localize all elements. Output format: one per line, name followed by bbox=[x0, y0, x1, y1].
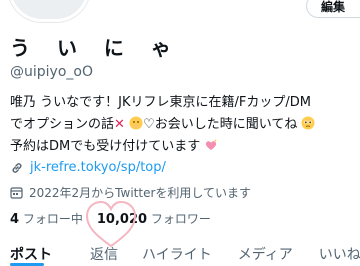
avatar[interactable] bbox=[8, 0, 90, 22]
bio-line-2b: ♡お会いした時に聞いてね bbox=[143, 117, 298, 132]
edit-profile-button[interactable]: 編集 bbox=[306, 0, 360, 18]
joined-date: 2022年2月からTwitterを利用しています bbox=[10, 184, 251, 201]
display-name: う い に ゃ bbox=[10, 36, 181, 60]
followers-count: 10,020 bbox=[96, 212, 148, 227]
bio-line-3: 予約はDMでも受け付けています bbox=[10, 136, 360, 158]
pleading-face-icon bbox=[301, 116, 315, 130]
bio-line-2a: でオプションの話 bbox=[10, 117, 115, 132]
tab-replies[interactable]: 返信 bbox=[90, 240, 118, 266]
followers-link[interactable]: 10,020 フォロワー bbox=[97, 210, 211, 227]
followers-label: フォロワー bbox=[150, 212, 211, 226]
tab-highlights[interactable]: ハイライト bbox=[142, 240, 212, 266]
joined-date-text: 2022年2月からTwitterを利用しています bbox=[29, 186, 252, 200]
following-count: 4 bbox=[10, 212, 20, 227]
tab-media[interactable]: メディア bbox=[238, 240, 293, 266]
bio-line-1: 唯乃 ういなです！JKリフレ東京に在籍/Fカップ/DM bbox=[10, 95, 311, 110]
tab-likes[interactable]: いいね bbox=[319, 240, 360, 266]
bio-line-3a: 予約はDMでも受け付けています bbox=[10, 139, 201, 154]
bio: 唯乃 ういなです！JKリフレ東京に在籍/Fカップ/DM でオプションの話✕ ♡お… bbox=[10, 92, 360, 158]
shushing-face-icon bbox=[129, 116, 143, 130]
edit-profile-label: 編集 bbox=[321, 0, 346, 14]
user-handle: @uipiyo_oO bbox=[10, 64, 93, 80]
cross-mark-icon: ✕ bbox=[114, 117, 125, 132]
sparkling-heart-icon bbox=[206, 139, 218, 150]
profile-link-text[interactable]: jk-refre.tokyo/sp/top/ bbox=[30, 160, 166, 175]
profile-tabs: ポスト 返信 ハイライト メディア いいね bbox=[0, 240, 360, 266]
follow-stats: 4 フォロー中 10,020 フォロワー bbox=[10, 210, 211, 227]
calendar-icon bbox=[10, 187, 23, 199]
following-label: フォロー中 bbox=[22, 212, 83, 226]
bio-line-2: でオプションの話✕ ♡お会いした時に聞いてね bbox=[10, 114, 360, 136]
profile-link[interactable]: jk-refre.tokyo/sp/top/ bbox=[10, 160, 166, 175]
following-link[interactable]: 4 フォロー中 bbox=[10, 210, 83, 227]
link-icon bbox=[12, 162, 22, 173]
